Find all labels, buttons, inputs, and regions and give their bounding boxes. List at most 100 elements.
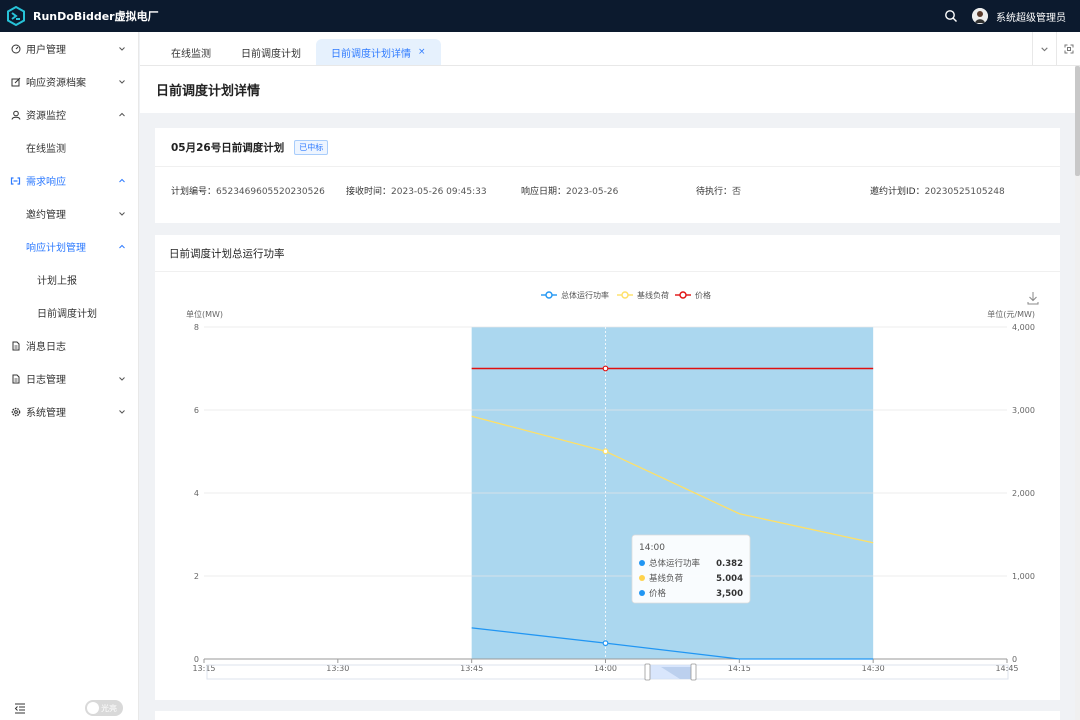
- sidebar-item-resource-archive[interactable]: 响应资源档案: [0, 65, 138, 98]
- logo[interactable]: RunDoBidder虚拟电厂: [0, 0, 159, 32]
- chevron-down-icon: [119, 211, 125, 216]
- plan-info-card: 05月26号日前调度计划 已中标 计划编号：652346960552023052…: [155, 128, 1060, 223]
- chevron-down-icon: [119, 46, 125, 51]
- chart[interactable]: 单位(MW) 0 2 4 6 8 单位(元/MW) 0 1,000 2,000 3,000 4,000…: [155, 272, 1060, 700]
- sidebar-footer: 光亮: [0, 696, 139, 720]
- sidebar-item-response-plan-management[interactable]: 响应计划管理: [0, 230, 138, 263]
- sidebar-item-log-management[interactable]: 日志管理: [0, 362, 138, 395]
- field-label: 计划编号：: [171, 186, 217, 197]
- file-icon: [10, 340, 21, 351]
- user-avatar-icon: [972, 8, 988, 24]
- field-label: 邀约计划ID：: [870, 186, 925, 197]
- field-value: 否: [732, 186, 742, 197]
- tooltip-dot: [639, 560, 645, 566]
- sidebar-item-user-management[interactable]: 用户管理: [0, 32, 138, 65]
- plan-id-field: 计划编号：6523469605520230526: [171, 184, 346, 197]
- sidebar-item-system-management[interactable]: 系统管理: [0, 395, 138, 428]
- tooltip-series-value: 5.004: [716, 574, 743, 584]
- tab-label: 日前调度计划: [241, 48, 301, 60]
- download-icon[interactable]: [1027, 292, 1039, 305]
- sidebar-item-resource-monitoring[interactable]: 资源监控: [0, 98, 138, 131]
- field-value: 20230525105248: [924, 186, 1005, 197]
- plan-info-row: 计划编号：6523469605520230526 接收时间：2023-05-26…: [155, 167, 1060, 213]
- tab-online-monitoring[interactable]: 在线监测: [156, 39, 226, 65]
- avatar[interactable]: [972, 8, 988, 24]
- y-right-tick-label: 1,000: [1012, 572, 1035, 581]
- y-left-tick-label: 6: [194, 406, 199, 415]
- fullscreen-button[interactable]: [1056, 32, 1080, 66]
- theme-toggle[interactable]: 光亮: [85, 700, 123, 716]
- legend-marker: [679, 291, 687, 299]
- y-left-tick-label: 2: [194, 572, 199, 581]
- chart-title: 日前调度计划总运行功率: [169, 247, 285, 260]
- tooltip-title: 14:00: [639, 543, 665, 553]
- tooltip-dot: [639, 575, 645, 581]
- tooltip-series-name: 总体运行功率: [649, 558, 701, 569]
- sidebar-item-label: 邀约管理: [26, 210, 66, 221]
- toggle-knob: [87, 702, 99, 714]
- plan-title: 05月26号日前调度计划: [171, 141, 285, 154]
- sidebar-item-online-monitoring[interactable]: 在线监测: [0, 131, 138, 164]
- edit-icon: [10, 76, 21, 87]
- sidebar-item-day-ahead-plan[interactable]: 日前调度计划: [0, 296, 138, 329]
- sidebar-item-label: 用户管理: [26, 45, 66, 56]
- tab-label: 在线监测: [171, 48, 211, 60]
- pending-field: 待执行：否: [696, 184, 870, 197]
- legend-marker: [545, 291, 553, 299]
- gear-icon: [10, 406, 21, 417]
- chevron-down-icon: [119, 409, 125, 414]
- sidebar-item-label: 在线监测: [26, 144, 66, 155]
- legend-label: 基线负荷: [637, 290, 669, 300]
- datazoom-handle-left[interactable]: [644, 663, 651, 681]
- y-right-tick-label: 4,000: [1012, 323, 1035, 332]
- legend-marker: [621, 291, 629, 299]
- chart-header: 日前调度计划总运行功率: [155, 235, 1060, 272]
- y-right-axis-label: 单位(元/MW): [987, 309, 1035, 319]
- legend-label: 价格: [695, 290, 711, 300]
- scrollbar-thumb[interactable]: [1075, 66, 1080, 176]
- chevron-down-icon: [119, 376, 125, 381]
- sidebar-item-label: 计划上报: [37, 276, 77, 287]
- y-left-tick-label: 4: [194, 489, 199, 498]
- legend-label: 总体运行功率: [561, 290, 609, 300]
- close-icon[interactable]: ×: [418, 47, 426, 57]
- logo-icon: [7, 6, 25, 26]
- sidebar-item-message-log[interactable]: 消息日志: [0, 329, 138, 362]
- response-date-field: 响应日期：2023-05-26: [521, 184, 696, 197]
- theme-toggle-label: 光亮: [101, 704, 117, 713]
- y-right-tick-label: 2,000: [1012, 489, 1035, 498]
- sidebar-item-invitation-management[interactable]: 邀约管理: [0, 197, 138, 230]
- y-left-axis-label: 单位(MW): [186, 309, 223, 319]
- user-name[interactable]: 系统超级管理员: [996, 9, 1066, 24]
- sidebar-item-demand-response[interactable]: 需求响应: [0, 164, 138, 197]
- tabs-dropdown-button[interactable]: [1032, 32, 1056, 66]
- field-value: 2023-05-26 09:45:33: [391, 186, 487, 197]
- y-right-tick-label: 0: [1012, 655, 1017, 664]
- user-icon: [10, 109, 21, 120]
- chevron-up-icon: [119, 112, 125, 116]
- app-title: RunDoBidder虚拟电厂: [33, 10, 159, 23]
- tabs-bar: 在线监测 日前调度计划 日前调度计划详情 ×: [140, 32, 1080, 66]
- sidebar-item-label: 资源监控: [26, 111, 66, 122]
- plan-info-header: 05月26号日前调度计划 已中标: [155, 128, 1060, 167]
- status-badge: 已中标: [294, 139, 329, 155]
- menu-fold-icon[interactable]: [14, 702, 26, 714]
- sidebar-item-plan-report[interactable]: 计划上报: [0, 263, 138, 296]
- top-bar: RunDoBidder虚拟电厂 系统超级管理员: [0, 0, 1080, 32]
- y-left-tick-label: 0: [194, 655, 199, 664]
- tooltip-series-value: 3,500: [716, 589, 743, 599]
- tab-day-ahead-plan-detail[interactable]: 日前调度计划详情 ×: [316, 39, 441, 65]
- search-icon[interactable]: [944, 9, 958, 23]
- receive-time-field: 接收时间：2023-05-26 09:45:33: [346, 184, 521, 197]
- field-label: 待执行：: [696, 186, 733, 197]
- file-icon: [10, 373, 21, 384]
- datazoom-handle-right[interactable]: [690, 663, 697, 681]
- page-scrollbar[interactable]: [1075, 66, 1080, 720]
- chevron-up-icon: [119, 178, 125, 182]
- tooltip-series-value: 0.382: [716, 559, 743, 569]
- field-label: 接收时间：: [346, 186, 392, 197]
- sidebar-item-label: 日前调度计划: [37, 309, 97, 320]
- series-point: [602, 365, 609, 372]
- sidebar-item-label: 响应计划管理: [26, 243, 86, 254]
- tab-day-ahead-plan[interactable]: 日前调度计划: [226, 39, 316, 65]
